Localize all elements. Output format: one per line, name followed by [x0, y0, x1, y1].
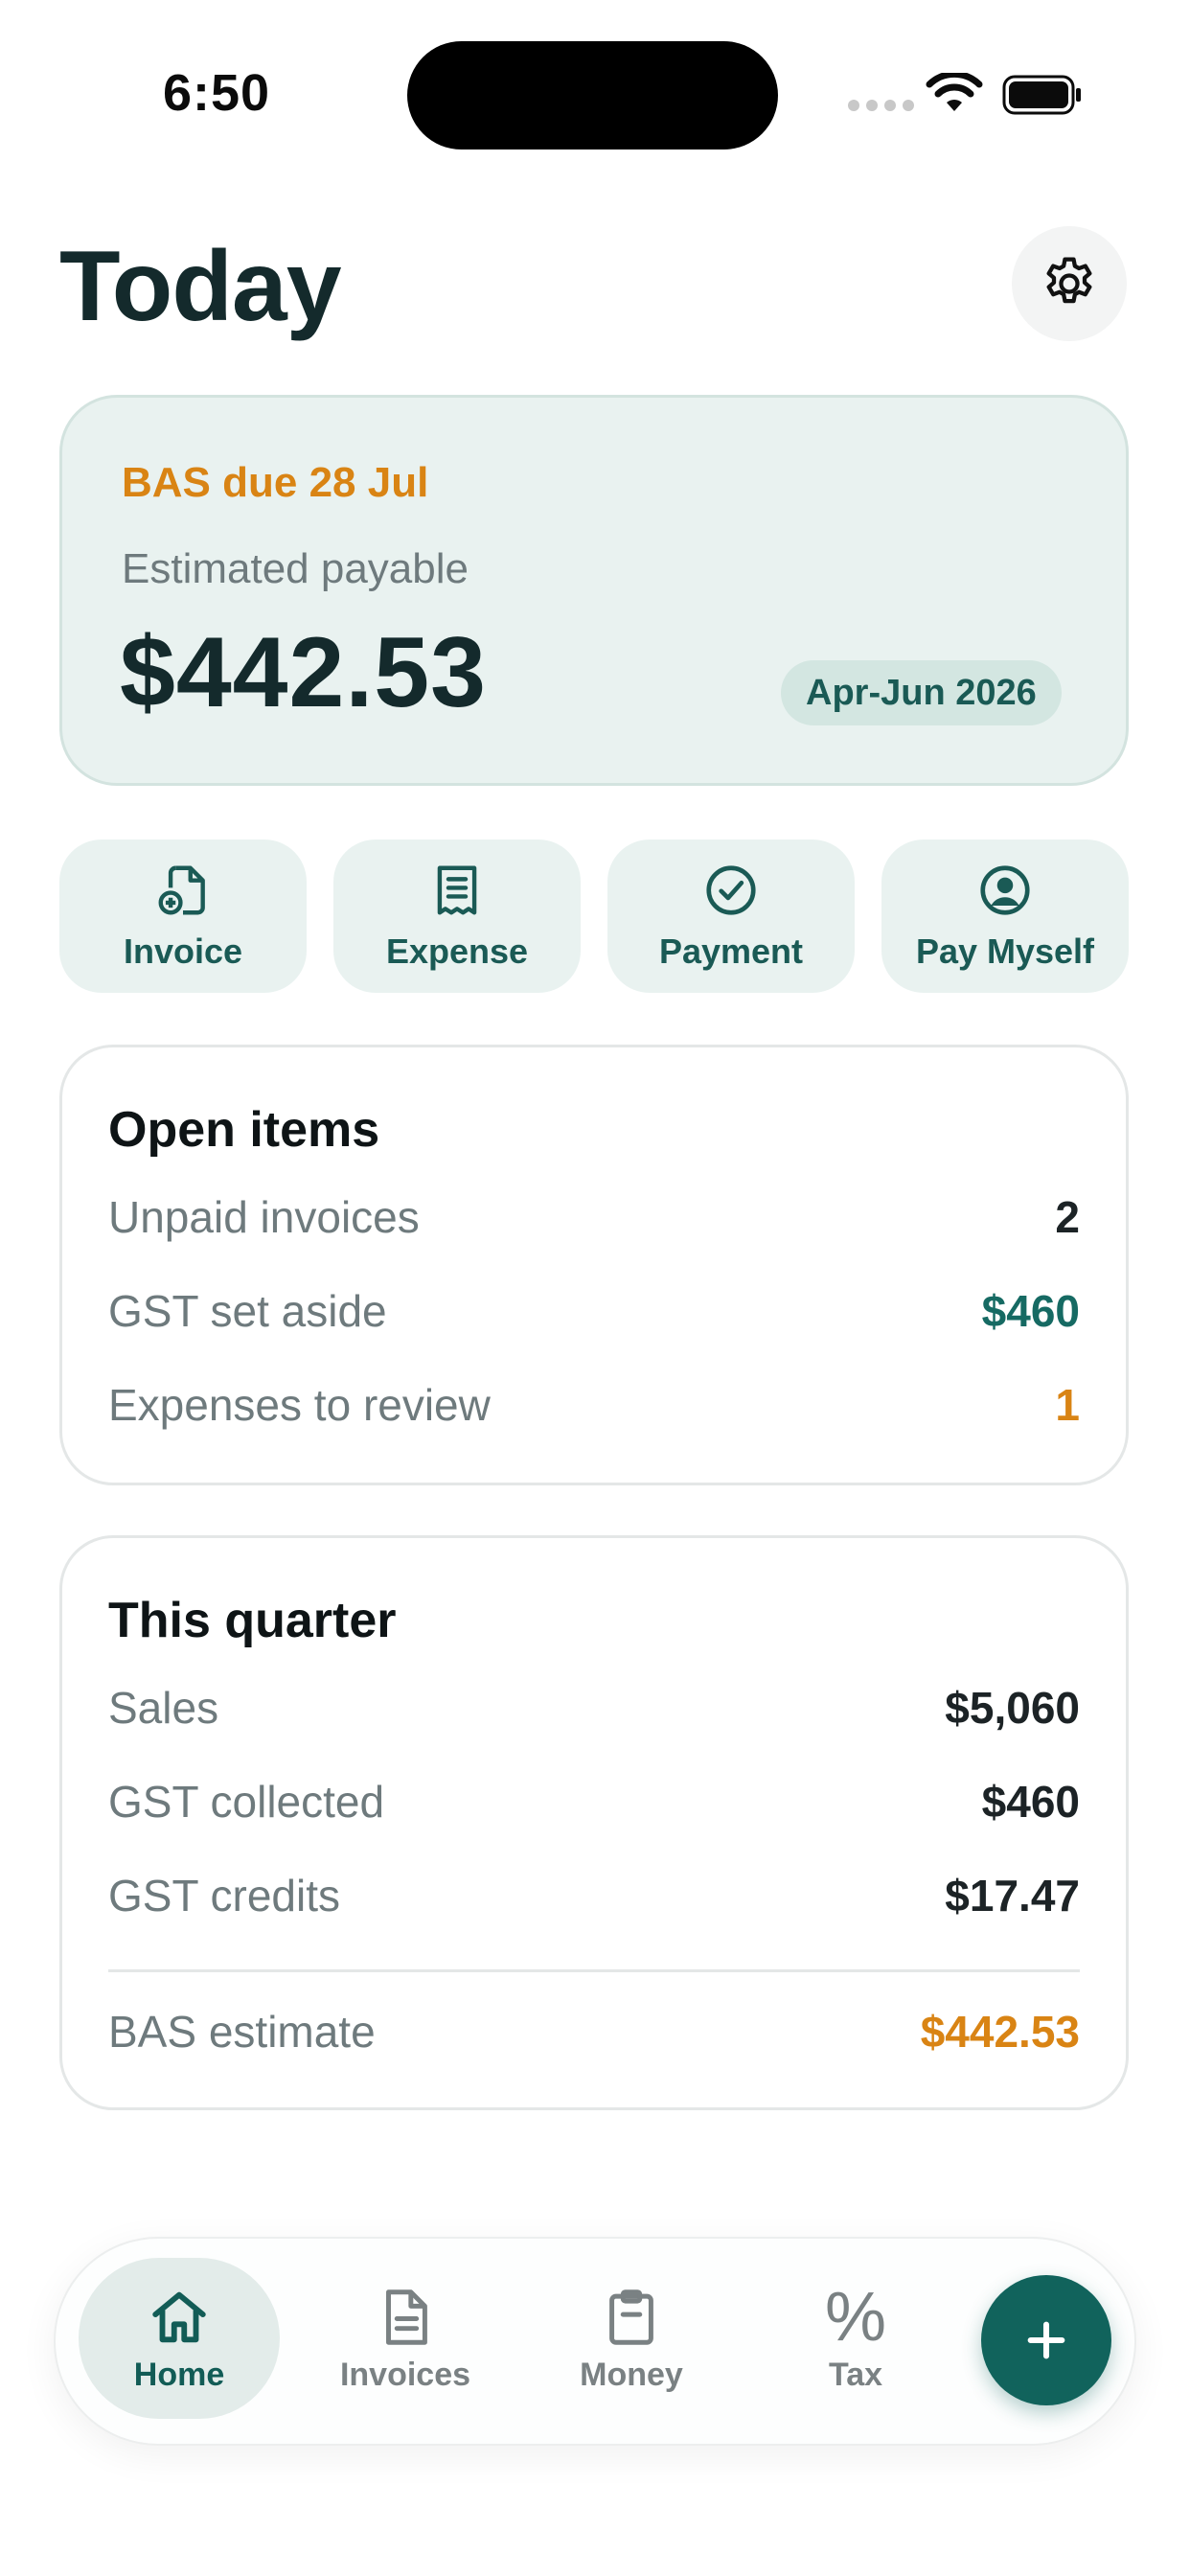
check-circle-icon: [706, 865, 756, 915]
list-item: GST collected $460: [108, 1776, 1080, 1828]
row-label: Unpaid invoices: [108, 1192, 420, 1242]
home-icon: [152, 2291, 206, 2342]
estimated-payable-label: Estimated payable: [122, 545, 469, 592]
row-label: GST set aside: [108, 1286, 387, 1336]
tab-label: Invoices: [339, 2356, 471, 2393]
row-label: BAS estimate: [108, 2007, 376, 2057]
action-label: Invoice: [123, 932, 243, 971]
tab-tax[interactable]: % Tax: [755, 2258, 956, 2419]
cellular-signal-icon: [848, 100, 914, 111]
row-value: 2: [1055, 1192, 1080, 1242]
quick-actions: Invoice Expense Payment Pay Myself: [59, 840, 1129, 993]
list-item: Sales $5,060: [108, 1682, 1080, 1734]
row-value: $442.53: [920, 2007, 1080, 2057]
list-item[interactable]: Expenses to review 1: [108, 1379, 1080, 1431]
bas-summary-card[interactable]: BAS due 28 Jul Estimated payable $442.53…: [59, 395, 1129, 786]
percent-icon: %: [824, 2278, 887, 2356]
settings-button[interactable]: [1012, 226, 1127, 341]
gear-icon: [1046, 257, 1092, 304]
pay-myself-button[interactable]: Pay Myself: [881, 840, 1129, 993]
tab-invoices[interactable]: Invoices: [305, 2258, 506, 2419]
tab-money[interactable]: Money: [531, 2258, 732, 2419]
row-value: $460: [981, 1286, 1080, 1336]
row-label: Expenses to review: [108, 1380, 491, 1430]
row-value: $460: [981, 1777, 1080, 1827]
this-quarter-card: This quarter Sales $5,060 GST collected …: [59, 1535, 1129, 2110]
new-invoice-button[interactable]: Invoice: [59, 840, 307, 993]
dynamic-island: [407, 41, 778, 150]
row-value: 1: [1055, 1380, 1080, 1430]
list-item: GST credits $17.47: [108, 1870, 1080, 1921]
row-value: $17.47: [945, 1871, 1080, 1920]
person-circle-icon: [980, 865, 1030, 915]
action-label: Payment: [658, 932, 804, 971]
receipt-icon: [437, 865, 477, 915]
action-label: Expense: [385, 932, 529, 971]
tab-bar: Home Invoices Money % Tax: [54, 2237, 1136, 2446]
divider: [108, 1969, 1080, 1972]
bas-estimate-row: BAS estimate $442.53: [108, 2006, 1080, 2058]
new-document-icon: [158, 865, 205, 915]
action-label: Pay Myself: [915, 932, 1095, 971]
row-label: GST collected: [108, 1777, 385, 1827]
row-label: Sales: [108, 1683, 219, 1733]
row-label: GST credits: [108, 1871, 340, 1920]
list-item[interactable]: GST set aside $460: [108, 1285, 1080, 1337]
battery-icon: [1002, 75, 1081, 115]
list-item[interactable]: Unpaid invoices 2: [108, 1191, 1080, 1243]
clipboard-icon: [609, 2288, 653, 2345]
card-title: Open items: [108, 1102, 380, 1158]
estimated-payable-amount: $442.53: [120, 617, 487, 728]
new-expense-button[interactable]: Expense: [333, 840, 581, 993]
row-value: $5,060: [945, 1683, 1080, 1733]
wifi-icon: [926, 73, 983, 111]
tab-home[interactable]: Home: [79, 2258, 280, 2419]
status-time: 6:50: [163, 64, 271, 122]
record-payment-button[interactable]: Payment: [607, 840, 855, 993]
plus-icon: [1027, 2321, 1065, 2359]
tab-label: Tax: [828, 2356, 883, 2393]
tab-label: Home: [133, 2356, 225, 2393]
page-title: Today: [59, 231, 342, 342]
tab-label: Money: [580, 2356, 683, 2393]
card-title: This quarter: [108, 1593, 397, 1648]
bas-due-date: BAS due 28 Jul: [122, 459, 429, 506]
period-badge: Apr-Jun 2026: [781, 660, 1062, 725]
add-button[interactable]: [981, 2275, 1111, 2405]
document-icon: [386, 2288, 427, 2345]
open-items-card: Open items Unpaid invoices 2 GST set asi…: [59, 1045, 1129, 1485]
